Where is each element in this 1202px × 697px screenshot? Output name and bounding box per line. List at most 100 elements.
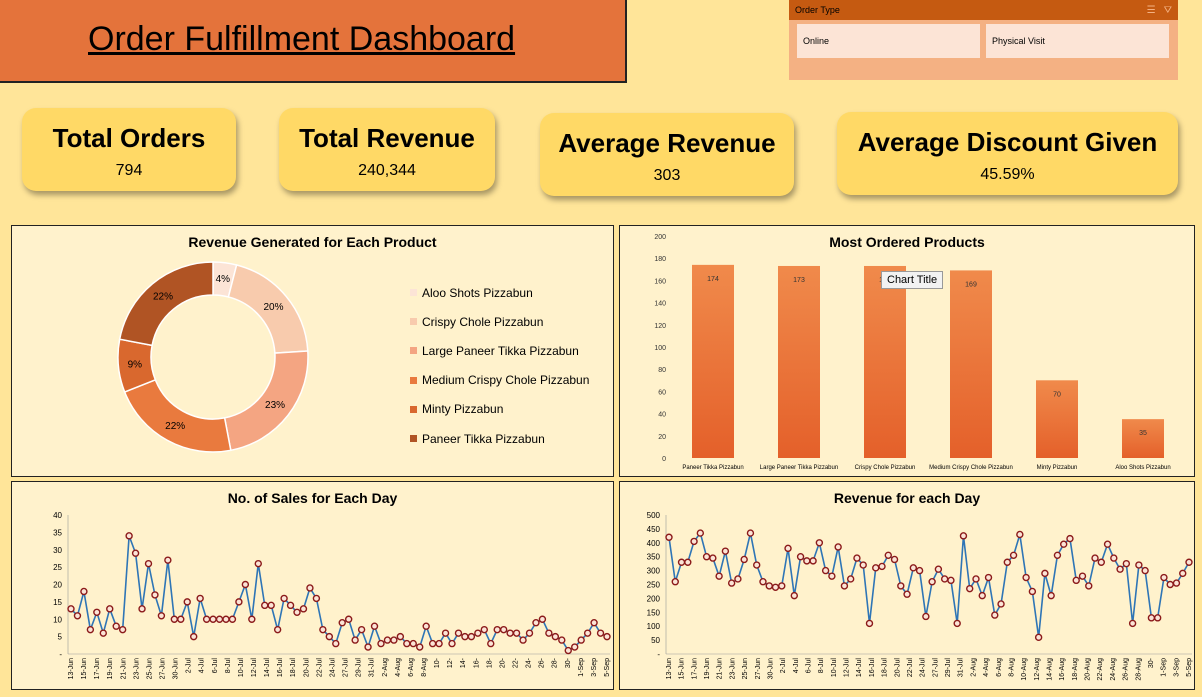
data-point [671,578,679,586]
x-tick-label: 10-Jul [238,658,245,678]
chart-tooltip: Chart Title [881,271,944,289]
data-point [261,601,269,610]
data-point [1110,554,1118,562]
y-tick-label: 0 [662,456,666,463]
most-ordered-panel[interactable]: Most Ordered Products 0 20 40 60 80 100 120 140… [619,225,1195,477]
kpi-label: Average Discount Given [857,127,1158,157]
data-point [1022,573,1030,582]
kpi-average-revenue: Average Revenue 303 [540,113,794,196]
data-point [1116,565,1124,573]
data-point [364,643,372,651]
legend-label: Aloo Shots Pizzabun [422,285,533,300]
x-tick-label: 30-Jun [173,658,180,680]
y-tick-label: 5 [58,633,63,642]
x-tick-label: 12-Jul [251,658,258,678]
x-tick-label: 15-Jun [679,658,686,680]
donut-slice-label: 22% [153,292,173,303]
y-tick-label: 100 [654,345,666,352]
data-point [409,639,417,648]
sales-line-chart: - 5 10 15 20 25 30 35 40 13-Jun 15-Jun 17-Jun 19-Jun… [53,511,611,680]
x-tick-label: 27-Jul [343,658,350,678]
x-tick-label: 1-Sep [1161,658,1168,677]
data-point [696,529,705,537]
x-tick-label: 2-Jul [186,658,193,674]
x-tick-label: 27-Jul [932,658,939,678]
x-tick-label: 16-Aug [1059,658,1066,681]
data-point [1072,576,1080,585]
revenue-per-day-panel[interactable]: Revenue for each Day -50 100 150 200 250 300 3… [619,481,1195,690]
data-point [357,625,366,634]
clear-filter-icon[interactable]: ⛛ [1164,5,1172,16]
data-point [853,554,861,562]
data-point [709,554,717,562]
slicer-item-online[interactable]: Online [796,23,981,59]
data-point [377,639,385,648]
data-point [753,561,761,569]
slicer-item-physical-visit[interactable]: Physical Visit [985,23,1170,59]
data-point [784,544,792,553]
x-tick-label: 22- [512,657,519,668]
y-tick-label: 200 [654,234,666,241]
data-point [67,605,75,613]
y-tick-label: 200 [647,594,661,603]
x-tick-label: 8-Aug [1008,658,1015,677]
data-point [1034,633,1043,642]
data-point [596,629,605,637]
data-point [1078,572,1087,580]
kpi-label: Total Orders [52,123,206,153]
data-point [665,533,673,541]
data-point [571,643,579,651]
data-point [286,601,295,610]
revenue-per-product-panel[interactable]: Revenue Generated for Each Product 4% 20%… [11,225,614,477]
multi-select-icon[interactable]: ☰ [1147,5,1156,16]
data-point [131,549,140,557]
data-point [603,632,611,641]
legend-swatch [410,435,417,443]
data-point [422,622,430,630]
x-tick-label: 4-Aug [395,658,402,677]
data-point [416,643,424,651]
y-tick-label: 15 [53,598,62,607]
legend-item: Minty Pizzabun [410,395,589,424]
order-type-slicer[interactable]: Order Type ☰ ⛛ Online Physical Visit [789,0,1178,80]
legend-swatch [410,289,417,297]
page-title: Order Fulfillment Dashboard [88,20,516,58]
data-point [293,608,301,617]
legend-item: Medium Crispy Chole Pizzabun [410,366,589,395]
x-tick-label: 6-Aug [408,658,415,677]
x-tick-label: 22-Jul [316,658,323,678]
x-tick-label: 24-Jul [329,658,336,678]
data-point [953,619,961,628]
bar-chart: 0 20 40 60 80 100 120 140 160 180 200 174 Paneer Tik… [654,234,1170,471]
data-point [383,636,392,644]
data-point [771,583,780,591]
data-point [332,639,340,648]
data-point [1028,587,1037,596]
x-tick-label: 17-Jun [94,658,101,680]
y-tick-label: 450 [647,525,661,534]
sales-per-day-panel[interactable]: No. of Sales for Each Day -5 10 15 20 25 30 35… [11,481,614,690]
data-point [734,575,742,583]
data-point [947,576,955,585]
data-point [840,582,849,590]
data-point [715,572,723,580]
data-point [834,543,842,551]
data-point [1141,566,1149,575]
legend-item: Large Paneer Tikka Pizzabun [410,336,589,365]
bar [864,265,906,458]
legend-label: Large Paneer Tikka Pizzabun [422,343,579,358]
data-point [144,559,153,568]
x-tick-label: 24-Jul [920,658,927,678]
data-point [441,629,450,637]
data-point [897,582,905,590]
data-point [112,622,120,630]
data-point [796,552,805,561]
x-tick-label: 21-Jun [120,658,127,680]
x-tick-label: 13-Jun [666,658,673,680]
data-point [878,562,886,571]
x-tick-label: 27-Jun [160,658,167,680]
x-tick-label: 24-Aug [1110,658,1117,681]
x-tick-label: 17-Jun [691,658,698,680]
data-point [254,559,262,568]
bar-value-label: 169 [965,281,977,288]
